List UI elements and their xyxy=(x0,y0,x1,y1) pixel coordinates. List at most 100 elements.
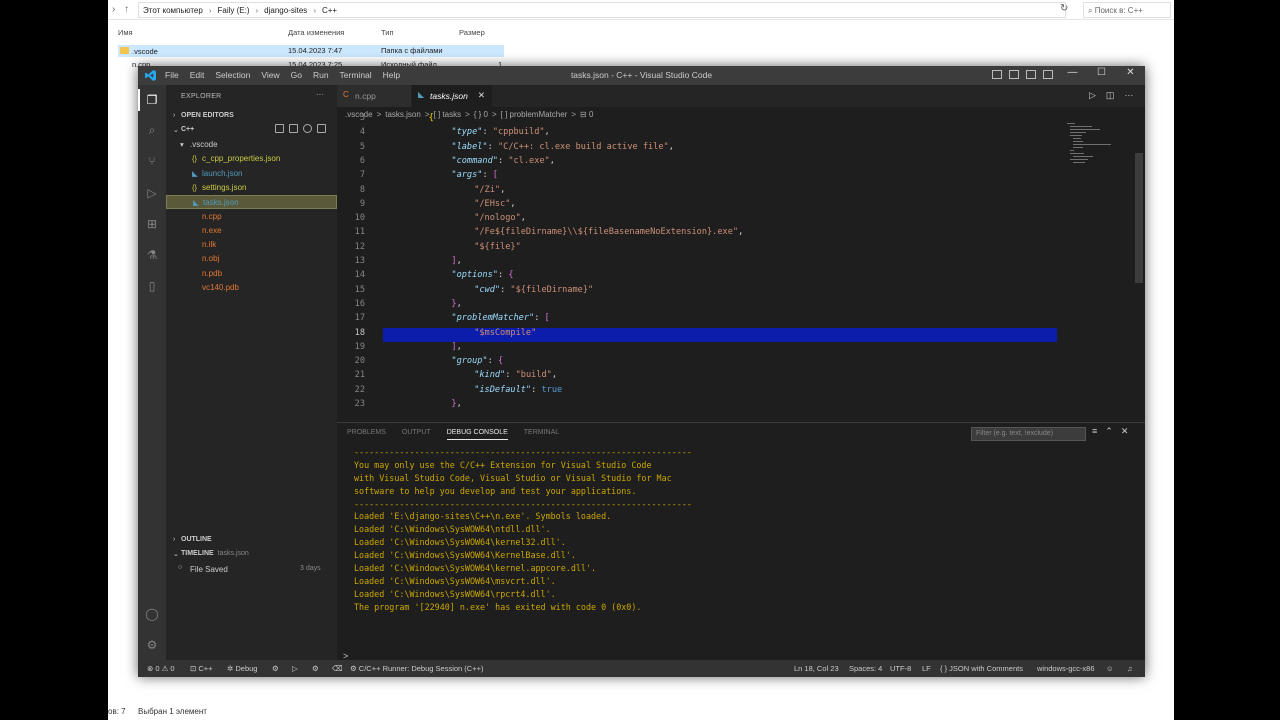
tree-item[interactable]: ◣ tasks.json xyxy=(166,195,337,210)
tree-item[interactable]: n.obj xyxy=(166,252,337,266)
cpp-config[interactable]: windows-gcc-x86 xyxy=(1037,664,1095,673)
tab-problems[interactable]: PROBLEMS xyxy=(347,429,386,440)
encoding[interactable]: UTF-8 xyxy=(890,664,911,673)
timeline-section[interactable]: ⌄ TIMELINE tasks.json xyxy=(166,548,337,561)
code-line[interactable]: 5 "label": "C/C++: cl.exe build active fi… xyxy=(337,142,1127,156)
language-mode[interactable]: { } JSON with Comments xyxy=(940,664,1023,673)
breadcrumb-item[interactable]: django-sites xyxy=(264,6,307,15)
problems-status[interactable]: ⊗ 0 ⚠ 0 xyxy=(147,664,175,673)
code-line[interactable]: 7 "args": [ xyxy=(337,170,1127,184)
maximize-button[interactable]: ☐ xyxy=(1087,67,1116,78)
clear-console-icon[interactable]: ≡ xyxy=(1092,426,1097,437)
folder-status[interactable]: ⊡ C++ xyxy=(190,664,213,673)
runner-status[interactable]: ⚙ C/C++ Runner: Debug Session (C++) xyxy=(350,664,483,673)
code-line[interactable]: 15 "cwd": "${fileDirname}" xyxy=(337,285,1127,299)
more-actions-icon[interactable]: ··· xyxy=(316,90,324,99)
collapse-all-icon[interactable] xyxy=(317,124,326,133)
debug-status[interactable]: ✲ Debug xyxy=(227,664,257,673)
code-line[interactable]: 9 "/EHsc", xyxy=(337,199,1127,213)
toggle-panel-icon[interactable] xyxy=(1009,70,1019,79)
account-icon[interactable]: ◯ xyxy=(144,606,160,622)
code-line[interactable]: 3{ xyxy=(337,113,1127,127)
build-icon[interactable]: ⚙ xyxy=(312,664,319,673)
forward-arrow-icon[interactable]: › xyxy=(112,4,115,15)
minimize-button[interactable]: — xyxy=(1058,67,1087,78)
gear-icon[interactable]: ⚙ xyxy=(272,664,279,673)
tab-tasks-json[interactable]: ◣ tasks.json ✕ xyxy=(412,85,492,107)
explorer-breadcrumb[interactable]: Этот компьютер › Faily (E:) › django-sites › C… xyxy=(138,2,1066,18)
tab-debug-console[interactable]: DEBUG CONSOLE xyxy=(446,429,508,440)
tab-output[interactable]: OUTPUT xyxy=(402,429,431,440)
bookmark-icon[interactable]: ▯ xyxy=(144,278,160,294)
tree-item[interactable]: n.ilk xyxy=(166,238,337,252)
close-tab-icon[interactable]: ✕ xyxy=(478,90,485,101)
breadcrumb-item[interactable]: Faily (E:) xyxy=(218,6,250,15)
tree-item[interactable]: n.pdb xyxy=(166,267,337,281)
code-line[interactable]: 8 "/Zi", xyxy=(337,185,1127,199)
testing-icon[interactable]: ⚗ xyxy=(144,247,160,263)
column-size[interactable]: Размер xyxy=(459,28,485,37)
code-line[interactable]: 4 "type": "cppbuild", xyxy=(337,127,1127,141)
split-editor-icon[interactable]: ◫ xyxy=(1106,90,1115,101)
console-filter-input[interactable]: Filter (e.g. text, !exclude) xyxy=(971,427,1086,441)
code-line[interactable]: 21 "kind": "build", xyxy=(337,370,1127,384)
tree-item[interactable]: vc140.pdb xyxy=(166,281,337,295)
open-editors-section[interactable]: › OPEN EDITORS xyxy=(166,110,337,123)
end-of-line[interactable]: LF xyxy=(922,664,931,673)
tree-item[interactable]: n.exe xyxy=(166,224,337,238)
extensions-icon[interactable]: ⊞ xyxy=(144,216,160,232)
minimap[interactable] xyxy=(1061,121,1137,169)
code-line[interactable]: 19], xyxy=(337,342,1127,356)
manage-gear-icon[interactable]: ⚙ xyxy=(144,637,160,653)
refresh-icon[interactable] xyxy=(303,124,312,133)
explorer-search-input[interactable]: ⌕ Поиск в: C++ xyxy=(1083,2,1171,18)
up-arrow-icon[interactable]: ↑ xyxy=(124,4,129,15)
run-icon[interactable]: ▷ xyxy=(1089,90,1096,101)
code-line[interactable]: 22 "isDefault": true xyxy=(337,385,1127,399)
more-actions-icon[interactable]: ··· xyxy=(1124,90,1133,101)
code-line[interactable]: 13], xyxy=(337,256,1127,270)
maximize-panel-icon[interactable]: ⌃ xyxy=(1105,426,1113,437)
code-line[interactable]: 17 "problemMatcher": [ xyxy=(337,313,1127,327)
tab-n-cpp[interactable]: C n.cpp xyxy=(337,85,411,107)
timeline-entry[interactable]: ○ File Saved 3 days xyxy=(166,563,337,576)
code-line[interactable]: 23}, xyxy=(337,399,1127,413)
refresh-icon[interactable]: ↻ xyxy=(1060,3,1068,14)
trash-icon[interactable]: ⌫ xyxy=(332,664,343,673)
tree-item[interactable]: {} settings.json xyxy=(166,181,337,195)
code-line[interactable]: 12 "${file}" xyxy=(337,242,1127,256)
outline-section[interactable]: › OUTLINE xyxy=(166,534,337,547)
tree-item[interactable]: ◣ launch.json xyxy=(166,167,337,181)
code-line[interactable]: 18 "$msCompile" xyxy=(337,328,1127,342)
close-panel-icon[interactable]: ✕ xyxy=(1121,426,1129,437)
breadcrumb-item[interactable]: Этот компьютер xyxy=(143,6,203,15)
explorer-icon[interactable]: ❐ xyxy=(138,89,160,111)
code-editor[interactable]: 3{4 "type": "cppbuild", 5 "label": "C/C++: … xyxy=(337,113,1145,422)
close-button[interactable]: ✕ xyxy=(1116,67,1145,78)
explorer-row-vscode[interactable]: .vscode 15.04.2023 7:47 Папка с файлами xyxy=(118,45,504,57)
column-name[interactable]: Имя xyxy=(118,28,133,37)
folder-section[interactable]: ⌄ C++ xyxy=(166,124,337,137)
code-line[interactable]: 10 "/nologo", xyxy=(337,213,1127,227)
toggle-sidebar-icon[interactable] xyxy=(992,70,1002,79)
notifications-icon[interactable]: ♫ xyxy=(1127,664,1133,673)
search-icon[interactable]: ⌕ xyxy=(144,122,160,138)
column-type[interactable]: Тип xyxy=(381,28,394,37)
cursor-position[interactable]: Ln 18, Col 23 xyxy=(794,664,839,673)
breadcrumb-item[interactable]: C++ xyxy=(322,6,337,15)
editor-scrollbar[interactable] xyxy=(1135,153,1143,283)
new-file-icon[interactable] xyxy=(275,124,284,133)
code-line[interactable]: 14 "options": { xyxy=(337,270,1127,284)
code-line[interactable]: 16}, xyxy=(337,299,1127,313)
run-debug-icon[interactable]: ▷ xyxy=(144,185,160,201)
indentation[interactable]: Spaces: 4 xyxy=(849,664,882,673)
feedback-icon[interactable]: ☺ xyxy=(1106,664,1114,673)
code-line[interactable]: 6 "command": "cl.exe", xyxy=(337,156,1127,170)
code-line[interactable]: 11 "/Fe${fileDirname}\\${fileBasenameNoEx… xyxy=(337,227,1127,241)
code-line[interactable]: 20 "group": { xyxy=(337,356,1127,370)
source-control-icon[interactable]: ⑂ xyxy=(144,153,160,169)
new-folder-icon[interactable] xyxy=(289,124,298,133)
tree-item[interactable]: {} c_cpp_properties.json xyxy=(166,152,337,166)
tree-item[interactable]: n.cpp xyxy=(166,210,337,224)
column-date[interactable]: Дата изменения xyxy=(288,28,344,37)
